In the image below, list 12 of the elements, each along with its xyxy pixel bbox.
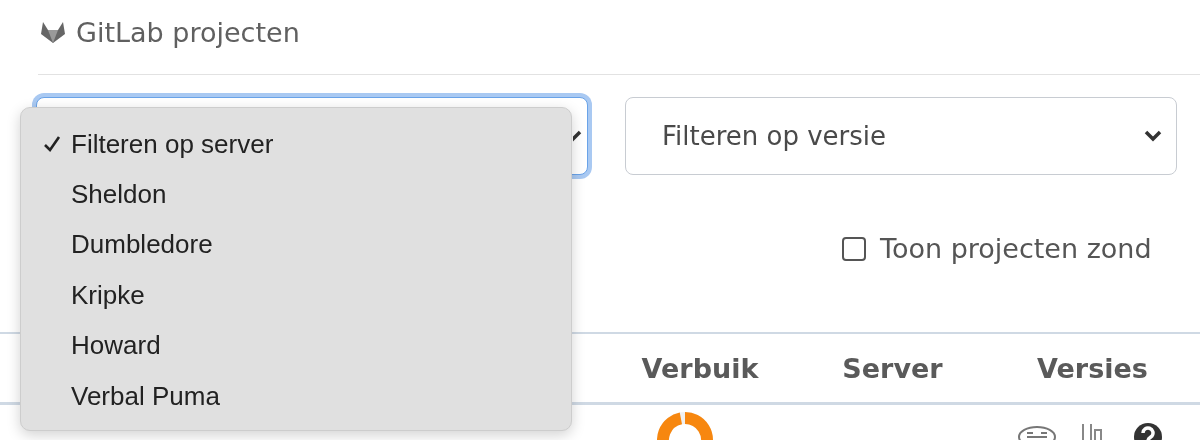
menu-item[interactable]: Dumbledore: [21, 219, 571, 271]
menu-item[interactable]: Sheldon: [21, 169, 571, 220]
column-header: Verbuik: [641, 352, 759, 384]
column-header: Versies: [1037, 352, 1148, 384]
menu-item[interactable]: Verbal Puma: [21, 370, 571, 422]
menu-item[interactable]: Filteren op server: [21, 119, 571, 170]
page-title: GitLab projecten: [76, 16, 300, 48]
checkbox-label: Toon projecten zond: [880, 233, 1152, 264]
menu-item[interactable]: Howard: [21, 320, 571, 371]
menu-item[interactable]: Kripke: [21, 270, 571, 321]
version-select[interactable]: Filteren op versie: [625, 97, 1177, 175]
column-header: Server: [842, 352, 943, 384]
